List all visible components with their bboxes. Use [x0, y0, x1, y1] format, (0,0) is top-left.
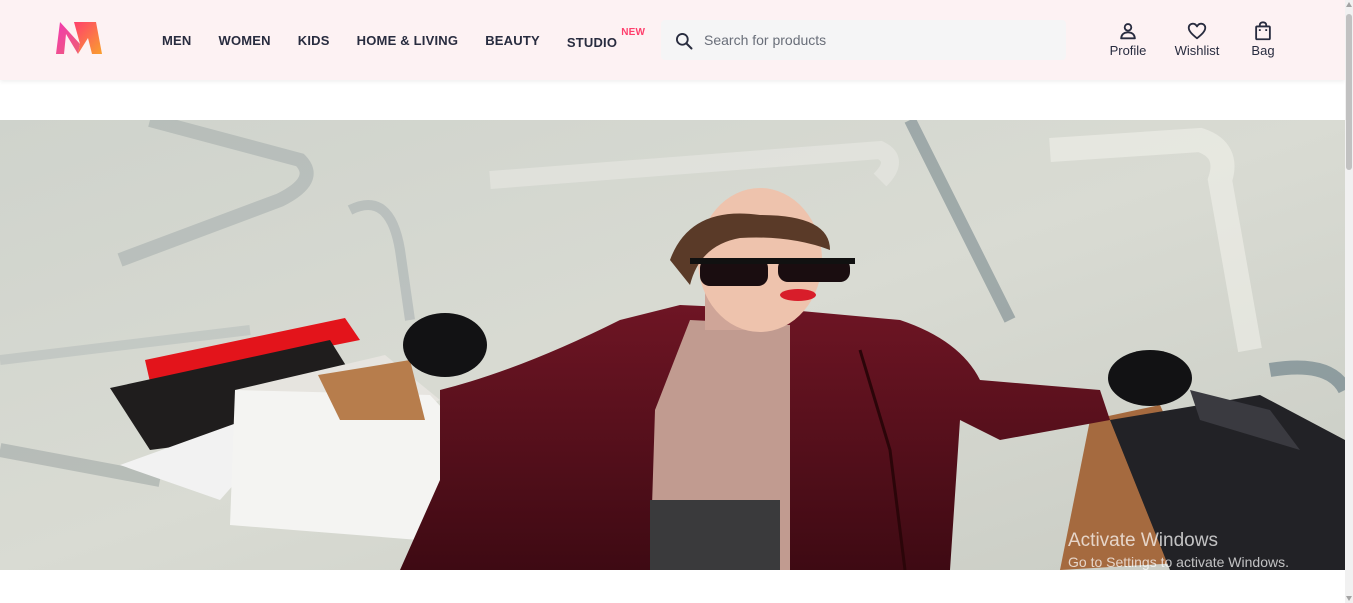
nav-label: MEN [162, 32, 192, 48]
heart-icon [1187, 22, 1207, 40]
nav-studio[interactable]: STUDIO NEW [566, 27, 645, 50]
windows-activation-watermark: Activate Windows Go to Settings to activ… [1068, 530, 1289, 570]
shopping-bag-icon [1255, 21, 1271, 41]
profile-label: Profile [1109, 43, 1147, 58]
scrollbar-thumb[interactable] [1346, 14, 1352, 170]
header-actions: Profile Wishlist Bag [1100, 20, 1288, 58]
bag-label: Bag [1251, 43, 1275, 58]
nav-label: HOME & LIVING [356, 32, 459, 48]
page-scrollbar[interactable] [1345, 0, 1353, 603]
watermark-title: Activate Windows [1068, 530, 1218, 551]
myntra-logo[interactable] [54, 20, 104, 58]
nav-label: KIDS [297, 32, 330, 48]
scroll-up-icon[interactable] [1346, 2, 1352, 7]
search-input[interactable] [704, 21, 1059, 59]
nav-label: BEAUTY [485, 32, 540, 48]
bag-button[interactable]: Bag [1238, 20, 1288, 58]
nav-home-living[interactable]: HOME & LIVING [357, 33, 459, 48]
nav-women[interactable]: WOMEN [219, 33, 271, 48]
nav-label: WOMEN [218, 32, 271, 48]
top-header: MEN WOMEN KIDS HOME & LIVING BEAUTY STUD… [0, 0, 1345, 80]
scroll-down-icon[interactable] [1346, 596, 1352, 601]
hero-banner[interactable] [0, 120, 1345, 570]
new-badge: NEW [621, 26, 646, 38]
nav-beauty[interactable]: BEAUTY [485, 33, 540, 48]
watermark-subtitle: Go to Settings to activate Windows. [1068, 554, 1289, 570]
nav-kids[interactable]: KIDS [298, 33, 330, 48]
search-bar[interactable] [661, 20, 1066, 60]
search-icon[interactable] [674, 31, 694, 51]
wishlist-button[interactable]: Wishlist [1162, 20, 1232, 58]
hero-image [0, 120, 1345, 570]
nav-label: STUDIO [566, 34, 618, 50]
wishlist-label: Wishlist [1174, 43, 1220, 58]
main-nav: MEN WOMEN KIDS HOME & LIVING BEAUTY STUD… [162, 0, 645, 80]
person-icon [1120, 23, 1136, 40]
profile-button[interactable]: Profile [1100, 20, 1156, 58]
nav-men[interactable]: MEN [162, 33, 192, 48]
